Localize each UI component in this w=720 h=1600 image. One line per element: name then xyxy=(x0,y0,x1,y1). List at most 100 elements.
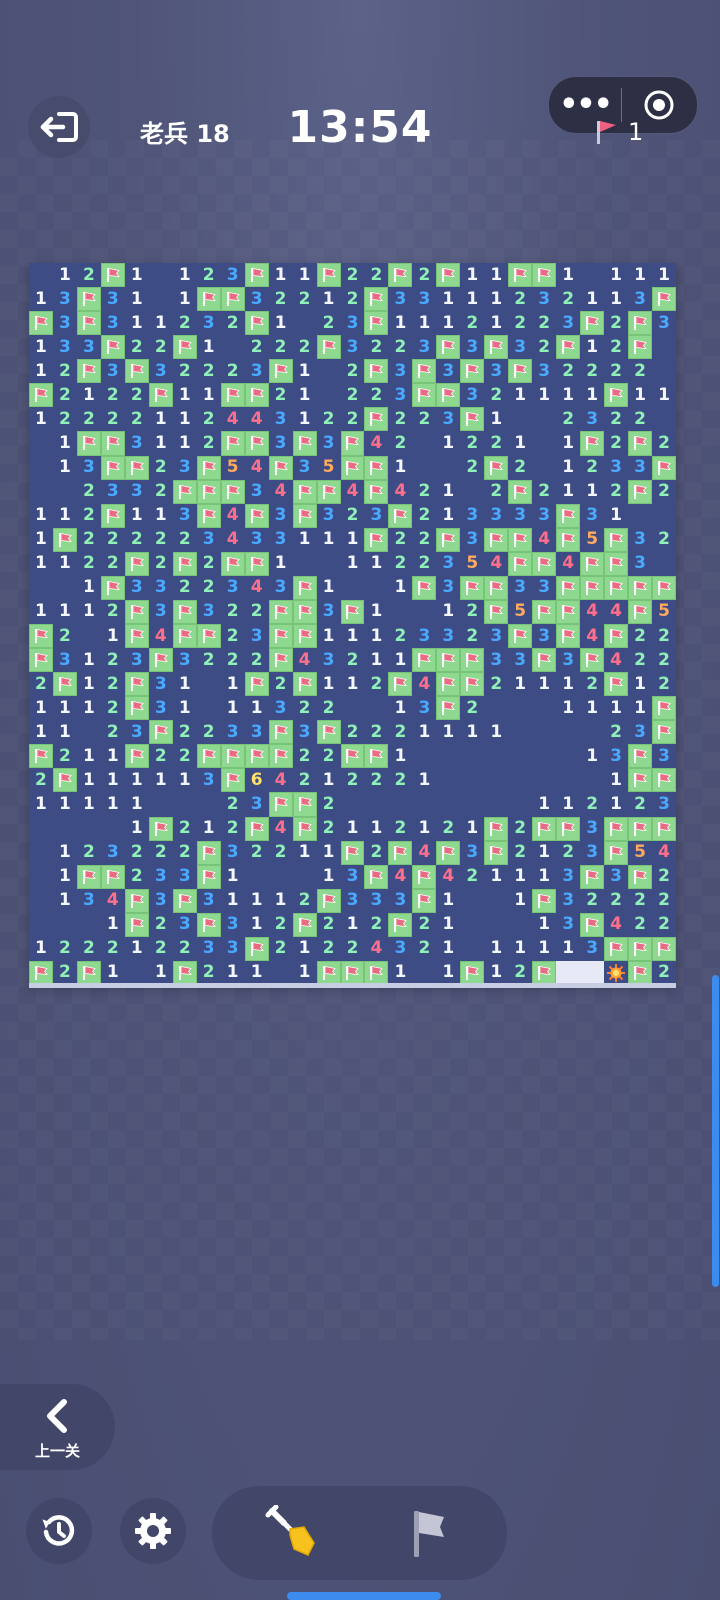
number-cell[interactable]: 1 xyxy=(580,696,604,720)
number-cell[interactable]: 4 xyxy=(580,600,604,624)
number-cell[interactable]: 1 xyxy=(29,359,53,383)
number-cell[interactable]: 2 xyxy=(221,600,245,624)
number-cell[interactable]: 2 xyxy=(652,431,676,455)
number-cell[interactable]: 1 xyxy=(29,528,53,552)
number-cell[interactable]: 3 xyxy=(556,913,580,937)
empty-cell[interactable] xyxy=(508,407,532,431)
flagged-cell[interactable] xyxy=(388,912,413,937)
number-cell[interactable]: 2 xyxy=(532,311,556,335)
number-cell[interactable]: 3 xyxy=(532,359,556,383)
number-cell[interactable]: 1 xyxy=(652,383,676,407)
number-cell[interactable]: 2 xyxy=(388,552,412,576)
number-cell[interactable]: 1 xyxy=(556,696,580,720)
flagged-cell[interactable] xyxy=(604,840,629,865)
number-cell[interactable]: 1 xyxy=(101,768,125,792)
empty-cell[interactable] xyxy=(149,287,173,311)
number-cell[interactable]: 1 xyxy=(436,889,460,913)
flagged-cell[interactable] xyxy=(460,575,485,600)
empty-cell[interactable] xyxy=(412,961,436,985)
number-cell[interactable]: 3 xyxy=(652,792,676,816)
number-cell[interactable]: 2 xyxy=(652,865,676,889)
flagged-cell[interactable] xyxy=(148,720,173,745)
number-cell[interactable]: 3 xyxy=(125,648,149,672)
empty-cell[interactable] xyxy=(317,383,341,407)
number-cell[interactable]: 2 xyxy=(149,335,173,359)
number-cell[interactable]: 1 xyxy=(580,744,604,768)
number-cell[interactable]: 3 xyxy=(125,576,149,600)
number-cell[interactable]: 3 xyxy=(460,841,484,865)
number-cell[interactable]: 2 xyxy=(173,817,197,841)
number-cell[interactable]: 3 xyxy=(269,407,293,431)
number-cell[interactable]: 2 xyxy=(269,335,293,359)
number-cell[interactable]: 4 xyxy=(269,768,293,792)
number-cell[interactable]: 2 xyxy=(317,792,341,816)
number-cell[interactable]: 3 xyxy=(484,359,508,383)
flagged-cell[interactable] xyxy=(364,479,389,504)
empty-cell[interactable] xyxy=(436,744,460,768)
number-cell[interactable]: 2 xyxy=(604,359,628,383)
number-cell[interactable]: 2 xyxy=(77,528,101,552)
number-cell[interactable]: 4 xyxy=(269,817,293,841)
number-cell[interactable]: 1 xyxy=(149,407,173,431)
number-cell[interactable]: 3 xyxy=(388,383,412,407)
number-cell[interactable]: 1 xyxy=(556,480,580,504)
flagged-cell[interactable] xyxy=(244,503,269,528)
number-cell[interactable]: 3 xyxy=(221,841,245,865)
flagged-cell[interactable] xyxy=(292,672,317,697)
number-cell[interactable]: 1 xyxy=(293,359,317,383)
flagged-cell[interactable] xyxy=(172,335,197,360)
flagged-cell[interactable] xyxy=(484,575,509,600)
number-cell[interactable]: 1 xyxy=(53,431,77,455)
flagged-cell[interactable] xyxy=(508,624,533,649)
number-cell[interactable]: 2 xyxy=(652,648,676,672)
number-cell[interactable]: 1 xyxy=(484,311,508,335)
number-cell[interactable]: 3 xyxy=(197,600,221,624)
number-cell[interactable]: 3 xyxy=(149,889,173,913)
number-cell[interactable]: 2 xyxy=(580,359,604,383)
number-cell[interactable]: 1 xyxy=(364,552,388,576)
number-cell[interactable]: 1 xyxy=(604,287,628,311)
number-cell[interactable]: 2 xyxy=(388,528,412,552)
number-cell[interactable]: 1 xyxy=(125,792,149,816)
flagged-cell[interactable] xyxy=(436,263,461,288)
flagged-cell[interactable] xyxy=(316,335,341,360)
number-cell[interactable]: 2 xyxy=(652,889,676,913)
flagged-cell[interactable] xyxy=(124,672,149,697)
number-cell[interactable]: 1 xyxy=(341,528,365,552)
number-cell[interactable]: 1 xyxy=(293,407,317,431)
number-cell[interactable]: 4 xyxy=(101,889,125,913)
number-cell[interactable]: 2 xyxy=(388,720,412,744)
flagged-cell[interactable] xyxy=(292,479,317,504)
empty-cell[interactable] xyxy=(29,456,53,480)
number-cell[interactable]: 1 xyxy=(508,383,532,407)
number-cell[interactable]: 4 xyxy=(269,480,293,504)
number-cell[interactable]: 1 xyxy=(53,552,77,576)
number-cell[interactable]: 1 xyxy=(101,792,125,816)
flagged-cell[interactable] xyxy=(124,455,149,480)
flagged-cell[interactable] xyxy=(220,383,245,408)
flagged-cell[interactable] xyxy=(532,960,557,985)
flagged-cell[interactable] xyxy=(364,407,389,432)
number-cell[interactable]: 2 xyxy=(556,841,580,865)
number-cell[interactable]: 1 xyxy=(173,768,197,792)
number-cell[interactable]: 2 xyxy=(580,792,604,816)
number-cell[interactable]: 3 xyxy=(53,287,77,311)
flagged-cell[interactable] xyxy=(364,527,389,552)
flagged-cell[interactable] xyxy=(268,792,293,817)
number-cell[interactable]: 1 xyxy=(245,889,269,913)
number-cell[interactable]: 1 xyxy=(173,672,197,696)
number-cell[interactable]: 2 xyxy=(484,431,508,455)
flagged-cell[interactable] xyxy=(29,648,53,673)
flagged-cell[interactable] xyxy=(412,359,437,384)
number-cell[interactable]: 3 xyxy=(580,504,604,528)
empty-cell[interactable] xyxy=(508,720,532,744)
empty-cell[interactable] xyxy=(508,792,532,816)
number-cell[interactable]: 4 xyxy=(604,913,628,937)
number-cell[interactable]: 3 xyxy=(173,456,197,480)
number-cell[interactable]: 2 xyxy=(556,287,580,311)
number-cell[interactable]: 2 xyxy=(412,552,436,576)
number-cell[interactable]: 3 xyxy=(53,311,77,335)
number-cell[interactable]: 1 xyxy=(436,480,460,504)
flagged-cell[interactable] xyxy=(484,527,509,552)
number-cell[interactable]: 1 xyxy=(149,961,173,985)
